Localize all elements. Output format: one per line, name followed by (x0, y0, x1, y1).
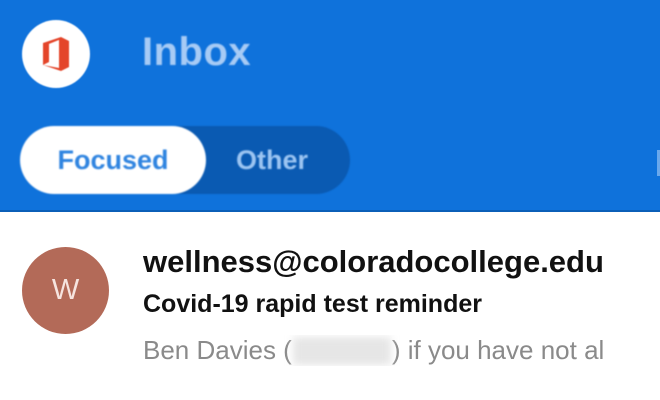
sender-avatar: W (22, 247, 109, 334)
avatar-initial: W (51, 274, 80, 306)
preview-text-end: ) if you have not al (391, 335, 605, 365)
page-title: Inbox (142, 30, 252, 74)
tab-other[interactable]: Other (206, 126, 350, 194)
tab-focused[interactable]: Focused (20, 126, 206, 194)
message-preview: Ben Davies ( ) if you have not al (143, 335, 660, 366)
message-sender: wellness@coloradocollege.edu (143, 244, 604, 279)
mail-app: Inbox Focused Other W wellness@coloradoc… (0, 0, 660, 400)
message-subject: Covid-19 rapid test reminder (143, 290, 482, 318)
inbox-pivot: Focused Other (20, 126, 350, 194)
message-list-item[interactable]: W wellness@coloradocollege.edu Covid-19 … (0, 214, 660, 400)
redacted-id (292, 336, 391, 365)
office-logo-button[interactable] (22, 20, 90, 88)
office-icon (43, 37, 69, 71)
preview-text-start: Ben Davies ( (143, 335, 292, 365)
app-header: Inbox Focused Other (0, 0, 660, 212)
